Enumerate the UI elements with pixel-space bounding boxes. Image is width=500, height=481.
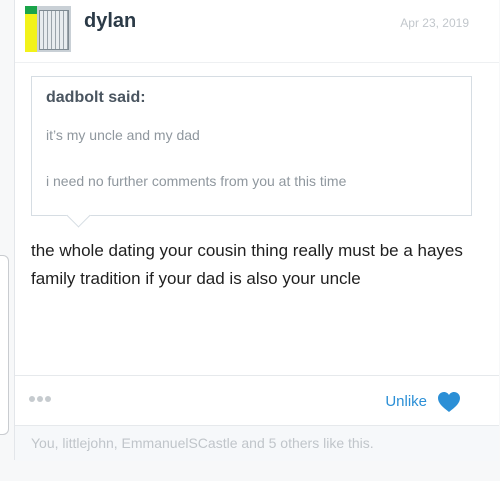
post-message: the whole dating your cousin thing reall… [31,241,463,288]
adjacent-panel-edge [0,255,9,435]
avatar-stripe-yellow [25,10,37,52]
quote-line: i need no further comments from you at t… [46,173,347,189]
post-date[interactable]: Apr 23, 2019 [400,16,469,30]
dot [45,396,51,402]
quote-pointer [66,203,91,228]
avatar-stripe-green [25,6,37,14]
dot [29,396,35,402]
more-dots-icon[interactable] [29,396,51,402]
post-actions-bar: Unlike [15,375,499,426]
post-author[interactable]: dylan [84,10,136,33]
quote-block: dadbolt said: it’s my uncle and my dad i… [31,76,472,228]
unlike-button[interactable]: Unlike [385,393,427,410]
avatar[interactable] [25,6,71,52]
quote-author[interactable]: dadbolt said: [46,89,146,107]
heart-icon[interactable] [437,391,461,413]
quote-line: it’s my uncle and my dad [46,127,200,143]
dot [37,396,43,402]
forum-post: dylan Apr 23, 2019 dadbolt said: it’s my… [14,0,499,461]
likes-summary-bar: You, littlejohn, EmmanuelSCastle and 5 o… [15,425,499,461]
avatar-panel [39,10,69,50]
header-divider [15,62,499,63]
likes-summary[interactable]: You, littlejohn, EmmanuelSCastle and 5 o… [31,435,374,451]
heart-shape [438,392,460,412]
